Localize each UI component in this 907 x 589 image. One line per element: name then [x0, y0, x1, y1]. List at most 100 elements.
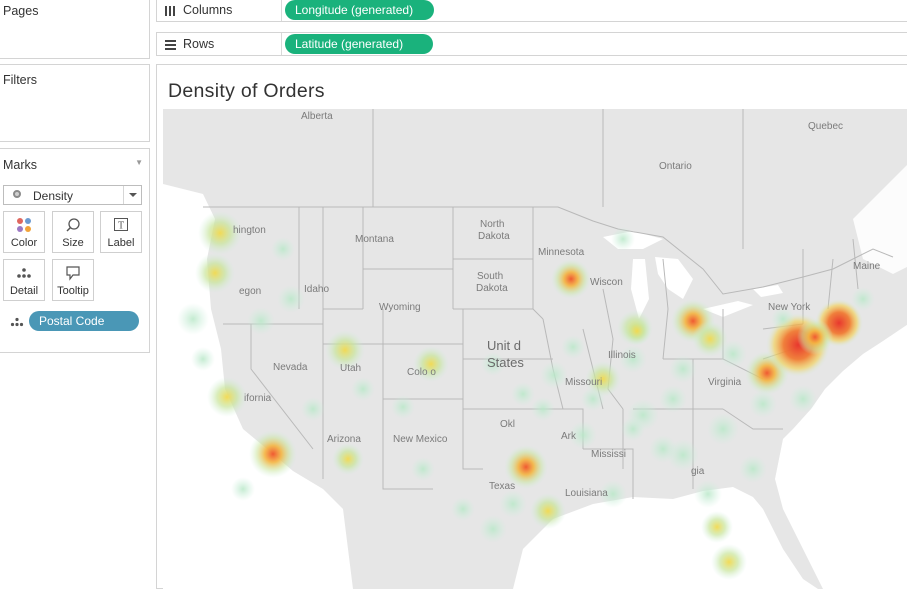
density-blob	[231, 477, 255, 501]
map-label-louisiana: Louisiana	[565, 488, 608, 499]
filters-title: Filters	[3, 73, 38, 87]
label-button-label: Label	[107, 237, 135, 249]
map-label-south-dakota-1: South	[477, 271, 504, 282]
density-blob	[749, 390, 777, 418]
color-dots-icon	[17, 218, 31, 232]
pages-title: Pages	[3, 4, 39, 18]
density-blob	[207, 377, 247, 417]
map-label-washington: hington	[233, 225, 266, 236]
viz-area: Density of Orders Alberta Quebec Ontario…	[156, 64, 907, 589]
density-blob	[649, 435, 677, 463]
map-label-alberta: Alberta	[301, 111, 333, 122]
map-label-united-2: States	[487, 355, 524, 370]
detail-button-label: Detail	[9, 285, 39, 297]
density-blob	[531, 397, 555, 421]
density-blob	[739, 455, 767, 483]
density-blob	[789, 385, 817, 413]
chevron-down-icon[interactable]	[123, 186, 141, 204]
density-mark-icon	[13, 190, 21, 198]
color-button[interactable]: Color	[3, 211, 45, 253]
marks-collapse-icon[interactable]: ▼	[135, 158, 143, 167]
filters-panel[interactable]: Filters	[0, 64, 150, 142]
rows-shelf[interactable]: Rows Latitude (generated)	[156, 32, 907, 56]
marks-panel: Marks ▼ Density Color Size T Label Detai…	[0, 148, 150, 353]
density-blob	[561, 335, 585, 359]
density-blob	[511, 382, 535, 406]
size-button-label: Size	[62, 237, 84, 249]
mark-type-label: Density	[33, 189, 74, 203]
density-blob	[479, 515, 507, 543]
density-blob	[351, 377, 375, 401]
map-label-idaho: Idaho	[304, 284, 330, 295]
map-label-maine: Maine	[853, 261, 881, 272]
map-label-montana: Montana	[355, 234, 394, 245]
map-label-virginia: Virginia	[708, 377, 742, 388]
map-label-texas: Texas	[489, 481, 516, 492]
tooltip-button[interactable]: Tooltip	[52, 259, 94, 301]
map-label-california: ifornia	[244, 393, 272, 404]
map-label-united-1: Unit d	[487, 338, 521, 353]
detail-field-icon	[10, 317, 24, 327]
columns-shelf[interactable]: Columns Longitude (generated)	[156, 0, 907, 22]
density-blob	[701, 511, 733, 543]
latitude-pill[interactable]: Latitude (generated)	[285, 34, 433, 54]
map-label-mississippi: Mississi	[591, 449, 626, 460]
density-blob	[195, 253, 235, 293]
postal-code-pill[interactable]: Postal Code	[29, 311, 139, 331]
mark-type-dropdown[interactable]: Density	[3, 185, 142, 205]
density-blob	[540, 361, 568, 389]
density-blob	[247, 307, 275, 335]
label-t-icon: T	[114, 218, 128, 232]
longitude-pill[interactable]: Longitude (generated)	[285, 0, 434, 20]
density-blob	[391, 395, 415, 419]
label-button[interactable]: T Label	[100, 211, 142, 253]
density-blob	[659, 385, 687, 413]
color-button-label: Color	[10, 237, 38, 249]
density-blob	[277, 285, 305, 313]
marks-title: Marks	[3, 158, 38, 172]
density-blob	[301, 397, 325, 421]
density-blob	[797, 319, 833, 355]
tooltip-bubble-icon	[66, 266, 80, 281]
density-blob	[530, 493, 566, 529]
map-label-new-mexico: New Mexico	[393, 434, 448, 445]
density-blob	[851, 287, 875, 311]
map-label-north-dakota-2: Dakota	[478, 231, 510, 242]
rows-icon	[165, 40, 176, 50]
density-map[interactable]: Alberta Quebec Ontario hington egon Idah…	[163, 109, 907, 589]
tooltip-button-label: Tooltip	[57, 285, 89, 297]
map-label-new-york: New York	[768, 302, 811, 313]
detail-dots-icon	[17, 268, 31, 278]
density-blob	[191, 347, 215, 371]
columns-icon	[165, 6, 175, 16]
density-blob	[611, 227, 635, 251]
map-label-wyoming: Wyoming	[379, 302, 421, 313]
columns-divider	[281, 0, 282, 21]
pages-panel[interactable]: Pages	[0, 0, 150, 59]
density-blob	[694, 480, 722, 508]
density-blob	[581, 387, 605, 411]
map-label-arkansas: Ark	[561, 431, 576, 442]
density-blob	[271, 237, 295, 261]
detail-button[interactable]: Detail	[3, 259, 45, 301]
map-label-quebec: Quebec	[808, 121, 844, 132]
density-blob	[411, 457, 435, 481]
size-button[interactable]: Size	[52, 211, 94, 253]
density-blob	[623, 317, 651, 345]
map-label-illinois: Illinois	[608, 350, 636, 361]
density-blob	[719, 340, 747, 368]
density-blob	[249, 430, 297, 478]
density-blob	[177, 303, 209, 335]
rows-divider	[281, 33, 282, 55]
density-blob	[707, 413, 739, 445]
density-blob	[669, 355, 697, 383]
map-label-ontario: Ontario	[659, 161, 692, 172]
map-label-minnesota: Minnesota	[538, 247, 585, 258]
map-label-colorado: Colo o	[407, 367, 436, 378]
map-label-missouri: Missouri	[565, 377, 603, 388]
map-label-oregon: egon	[239, 286, 262, 297]
density-layer	[177, 211, 875, 580]
map-label-oklahoma: Okl	[500, 419, 515, 430]
density-blob	[621, 417, 645, 441]
map-label-utah: Utah	[340, 363, 362, 374]
